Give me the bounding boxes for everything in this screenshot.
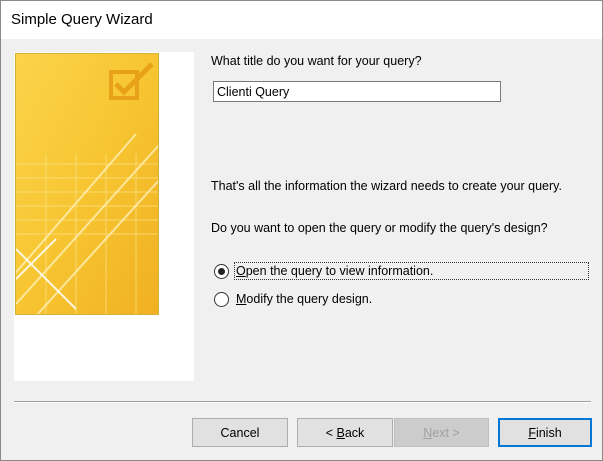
wizard-art-panel [14,52,194,381]
title-prompt-label: What title do you want for your query? [211,54,422,68]
open-prompt-label: Do you want to open the query or modify … [211,221,548,235]
button-separator [14,401,591,403]
query-title-input[interactable] [213,81,501,102]
title-bar: Simple Query Wizard [1,1,602,39]
window-title: Simple Query Wizard [11,11,153,28]
modify-query-option[interactable]: Modify the query design. [214,289,373,309]
next-button[interactable]: Next > [394,418,489,447]
wizard-illustration [15,53,159,315]
back-button[interactable]: < Back [297,418,393,447]
wizard-window: Simple Query Wizard What title do you wa… [0,0,603,461]
open-query-label[interactable]: Open the query to view information. [234,262,589,280]
cancel-button[interactable]: Cancel [192,418,288,447]
open-query-radio[interactable] [214,263,229,279]
modify-query-radio[interactable] [214,291,229,307]
modify-query-label[interactable]: Modify the query design. [235,291,373,307]
info-text: That's all the information the wizard ne… [211,179,562,193]
finish-button[interactable]: Finish [498,418,592,447]
open-query-option[interactable]: Open the query to view information. [214,261,589,281]
